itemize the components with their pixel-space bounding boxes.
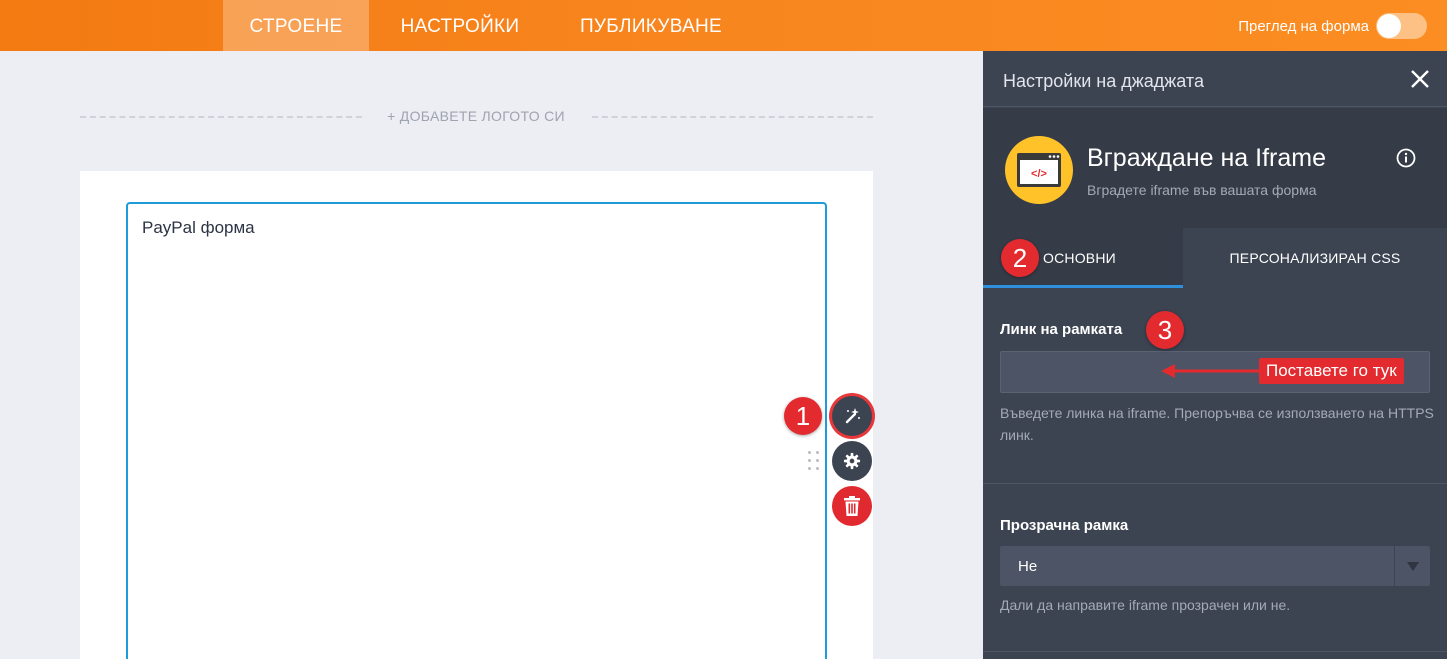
transparent-frame-hint: Дали да направите iframe прозрачен или н… xyxy=(1000,597,1291,613)
widget-settings-button[interactable] xyxy=(832,441,872,481)
widget-description: Вградете iframe във вашата форма xyxy=(1087,182,1317,198)
magic-wand-icon xyxy=(845,408,860,424)
widget-title: PayPal форма xyxy=(142,218,255,237)
tab-publish[interactable]: ПУБЛИКУВАНЕ xyxy=(565,0,737,51)
info-icon[interactable] xyxy=(1396,148,1416,168)
top-navigation-bar: СТРОЕНЕ НАСТРОЙКИ ПУБЛИКУВАНЕ Преглед на… xyxy=(0,0,1447,51)
frame-link-label: Линк на рамката xyxy=(1000,321,1123,338)
form-preview-label: Преглед на форма xyxy=(1238,18,1369,35)
close-icon[interactable] xyxy=(1408,67,1432,91)
panel-title: Настройки на джаджата xyxy=(1003,71,1204,91)
tab-settings[interactable]: НАСТРОЙКИ xyxy=(386,0,534,51)
widget-name: Вграждане на Iframe xyxy=(1087,144,1326,172)
step-badge-1: 1 xyxy=(784,397,822,435)
svg-text:</>: </> xyxy=(1031,168,1047,180)
step-badge-2: 2 xyxy=(1001,239,1039,277)
add-logo-link[interactable]: + ДОБАВЕТЕ ЛОГОТО СИ xyxy=(370,108,582,124)
trash-icon xyxy=(844,496,860,516)
step-badge-3: 3 xyxy=(1146,311,1184,349)
transparent-frame-label: Прозрачна рамка xyxy=(1000,517,1129,534)
delete-widget-button[interactable] xyxy=(832,486,872,526)
caret-down-icon xyxy=(1407,562,1419,571)
logo-divider-right xyxy=(592,116,873,118)
iframe-widget-icon: </> xyxy=(1005,136,1073,204)
widget-wizard-button[interactable] xyxy=(832,396,872,436)
tab-custom-css[interactable]: ПЕРСОНАЛИЗИРАН CSS xyxy=(1183,228,1447,288)
form-preview-toggle[interactable] xyxy=(1376,13,1427,39)
tab-build[interactable]: СТРОЕНЕ xyxy=(223,0,369,51)
gear-icon xyxy=(843,452,861,470)
code-window-icon: </> xyxy=(1017,153,1061,187)
section-divider xyxy=(983,483,1447,484)
iframe-widget[interactable]: PayPal форма xyxy=(126,202,827,659)
section-divider xyxy=(983,651,1447,652)
drag-handle[interactable] xyxy=(808,451,820,475)
widget-settings-panel: Настройки на джаджата </> Вграждане на I… xyxy=(983,51,1447,659)
logo-divider-left xyxy=(80,116,362,118)
arrow-left-icon xyxy=(1161,364,1261,378)
paste-here-callout: Поставете го тук xyxy=(1259,358,1404,384)
frame-link-hint: Въведете линка на iframe. Препоръчва се … xyxy=(1000,405,1434,443)
transparent-frame-select[interactable]: Не xyxy=(1000,546,1430,586)
panel-tabs: ОСНОВНИ ПЕРСОНАЛИЗИРАН CSS xyxy=(983,228,1447,288)
widget-info-header: </> Вграждане на Iframe Вградете iframe … xyxy=(983,108,1447,228)
toggle-knob xyxy=(1377,14,1401,38)
transparent-frame-value: Не xyxy=(1018,558,1038,575)
select-dropdown-toggle[interactable] xyxy=(1394,546,1430,586)
panel-header: Настройки на джаджата xyxy=(983,51,1447,107)
